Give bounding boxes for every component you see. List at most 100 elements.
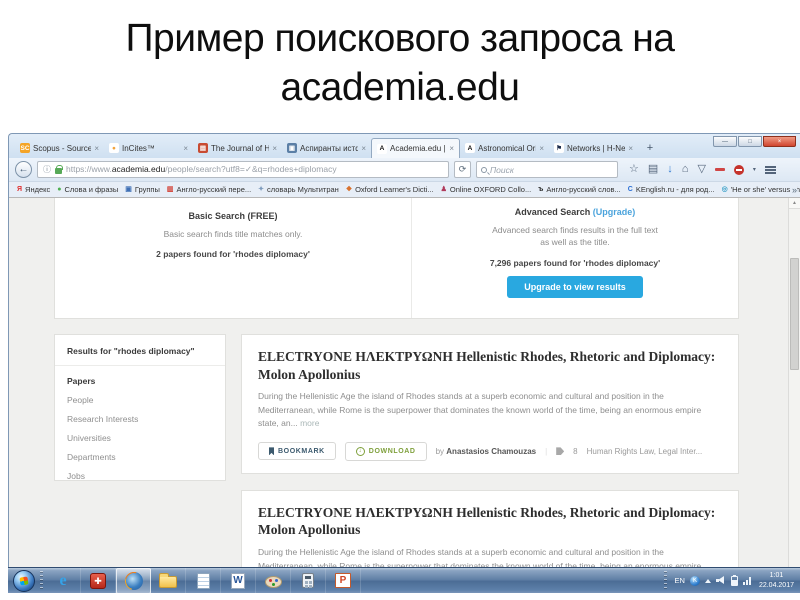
advanced-search-description: Advanced search finds results in the ful…: [412, 224, 738, 249]
app-icon: [265, 576, 282, 588]
bookmarks-panel-icon[interactable]: ▤: [648, 164, 658, 175]
bookmark-favicon: ▣: [125, 186, 132, 194]
tab-favicon: A: [465, 143, 475, 153]
scrollbar-up-arrow[interactable]: ▲: [789, 198, 800, 209]
tab-label: Аспиранты истфа...: [300, 144, 358, 153]
result-title-link[interactable]: ELECTRYONE ΗΛΕΚΤΡΥΩΝΗ Hellenistic Rhodes…: [258, 348, 722, 383]
browser-tab[interactable]: SC Scopus - Sources ×: [15, 138, 104, 158]
taskbar-app-word[interactable]: W: [221, 568, 256, 594]
back-button[interactable]: ←: [15, 161, 32, 178]
bookmark-item[interactable]: ♟ Online OXFORD Collo...: [441, 185, 532, 194]
bookmark-item[interactable]: ъ Англо-русский слов...: [538, 185, 621, 194]
result-title-link[interactable]: ELECTRYONE ΗΛΕΚΤΡΥΩΝΗ Hellenistic Rhodes…: [258, 504, 722, 539]
upgrade-link[interactable]: (Upgrade): [593, 207, 636, 217]
author-link[interactable]: Anastasios Chamouzas: [446, 447, 536, 456]
sidebar-filter-item[interactable]: Jobs: [55, 466, 225, 485]
page-content: Basic Search (FREE) Basic search finds t…: [9, 198, 800, 567]
browser-tab[interactable]: ● InCites™ ×: [104, 138, 193, 158]
bookmark-label: Online OXFORD Collo...: [450, 185, 531, 194]
basic-search-title: Basic Search (FREE): [55, 211, 411, 221]
reload-button[interactable]: ⟳: [454, 161, 471, 178]
sidebar-filter-item[interactable]: Universities: [55, 428, 225, 447]
taskbar-app-explorer[interactable]: [151, 568, 186, 594]
volume-icon[interactable]: [716, 576, 726, 585]
minimize-button[interactable]: —: [713, 136, 737, 147]
taskbar-app-powerpoint[interactable]: P: [326, 568, 361, 594]
more-link[interactable]: more: [300, 418, 319, 428]
bookmark-favicon: C: [628, 186, 633, 194]
taskbar-app-firefox[interactable]: [116, 568, 151, 594]
bookmark-label: словарь Мультитран: [267, 185, 339, 194]
new-tab-button[interactable]: +: [642, 140, 658, 155]
upgrade-to-view-results-button[interactable]: Upgrade to view results: [507, 276, 643, 298]
tab-favicon: ▣: [287, 143, 297, 153]
bookmark-button[interactable]: BOOKMARK: [258, 442, 336, 460]
bookmark-item[interactable]: ✦ словарь Мультитран: [258, 185, 339, 194]
bookmark-label: KEnglish.ru - для род...: [636, 185, 715, 194]
tab-close-icon[interactable]: ×: [539, 144, 544, 153]
bookmark-item[interactable]: C KEnglish.ru - для род...: [628, 185, 715, 194]
browser-tab[interactable]: A Academia.edu | Se... ×: [371, 138, 460, 158]
url-path: /people/search?utf8=✓&q=rhodes+diplomacy: [165, 164, 336, 174]
tab-close-icon[interactable]: ×: [361, 144, 366, 153]
bookmark-favicon: ♟: [441, 186, 447, 194]
browser-tab[interactable]: ⚑ Networks | H-Net ×: [549, 138, 638, 158]
bookmark-label: Группы: [135, 185, 160, 194]
tab-close-icon[interactable]: ×: [183, 144, 188, 153]
downloads-icon[interactable]: ↓: [667, 164, 673, 175]
scrollbar-thumb[interactable]: [790, 258, 799, 370]
taskbar-app-paint[interactable]: [256, 568, 291, 594]
tray-clock[interactable]: 1:01 22.04.2017: [759, 571, 794, 590]
close-button[interactable]: ×: [763, 136, 796, 147]
language-indicator[interactable]: EN: [675, 576, 685, 585]
adblock-caret-icon[interactable]: ▾: [753, 166, 756, 173]
sidebar-filter-item[interactable]: Departments: [55, 447, 225, 466]
bookmarks-overflow-icon[interactable]: »: [792, 185, 797, 195]
tab-close-icon[interactable]: ×: [94, 144, 99, 153]
battery-icon[interactable]: [731, 576, 738, 586]
home-icon[interactable]: ⌂: [682, 164, 689, 175]
bookmark-item[interactable]: ▣ Группы: [125, 185, 160, 194]
star-icon[interactable]: ☆: [629, 164, 639, 175]
tab-close-icon[interactable]: ×: [628, 144, 633, 153]
sidebar-filter-item[interactable]: People: [55, 390, 225, 409]
show-hidden-icons-arrow[interactable]: [705, 579, 711, 583]
bookmark-item[interactable]: ❖ Oxford Learner's Dicti...: [346, 185, 434, 194]
page-info-icon[interactable]: ⓘ: [43, 164, 51, 175]
result-abstract: During the Hellenistic Age the island of…: [258, 390, 722, 431]
taskbar-app-internet-explorer[interactable]: e: [46, 568, 81, 594]
pocket-icon[interactable]: ▽: [697, 164, 705, 175]
sidebar-filter-item[interactable]: Research Interests: [55, 409, 225, 428]
search-box[interactable]: [476, 161, 618, 178]
browser-tab[interactable]: ▣ Аспиранты истфа... ×: [282, 138, 371, 158]
taskbar-app-notepad[interactable]: [186, 568, 221, 594]
result-actions: BOOKMARK ↓ DOWNLOAD by Anastasios Chamou…: [258, 442, 722, 461]
app-icon: W: [231, 573, 245, 589]
sidebar-filter-item[interactable]: Papers: [55, 371, 225, 390]
bookmark-item[interactable]: ● Слова и фразы: [57, 185, 118, 194]
browser-tab[interactable]: ▤ The Journal of Hell... ×: [193, 138, 282, 158]
download-button[interactable]: ↓ DOWNLOAD: [345, 442, 427, 461]
adblock-icon[interactable]: [734, 165, 744, 175]
bookmark-item[interactable]: Я Яндекс: [17, 185, 50, 194]
tab-close-icon[interactable]: ×: [272, 144, 277, 153]
network-icon[interactable]: [743, 577, 751, 585]
taskbar-app-red-grid[interactable]: ✚: [81, 568, 116, 594]
tag-list[interactable]: Human Rights Law, Legal Inter...: [587, 447, 703, 456]
antivirus-tray-icon[interactable]: K: [690, 576, 700, 586]
tab-close-icon[interactable]: ×: [449, 144, 454, 153]
search-input[interactable]: [490, 165, 613, 175]
page-scrollbar[interactable]: ▲: [788, 198, 800, 567]
app-icon: [197, 573, 210, 589]
menu-icon[interactable]: [765, 166, 776, 168]
search-icon: [481, 167, 487, 173]
extension-dash-icon[interactable]: [715, 168, 725, 171]
bookmark-item[interactable]: ◎ 'He or she' versus 'the...: [722, 185, 800, 194]
start-button[interactable]: [13, 570, 35, 592]
bookmark-item[interactable]: ▥ Англо-русский пере...: [167, 185, 251, 194]
taskbar-app-calculator[interactable]: [291, 568, 326, 594]
browser-tab[interactable]: A Astronomical Orie... ×: [460, 138, 549, 158]
results-list: ELECTRYONE ΗΛΕΚΤΡΥΩΝΗ Hellenistic Rhodes…: [241, 334, 739, 567]
url-bar[interactable]: ⓘ https://www.academia.edu/people/search…: [37, 161, 449, 178]
maximize-button[interactable]: □: [738, 136, 762, 147]
